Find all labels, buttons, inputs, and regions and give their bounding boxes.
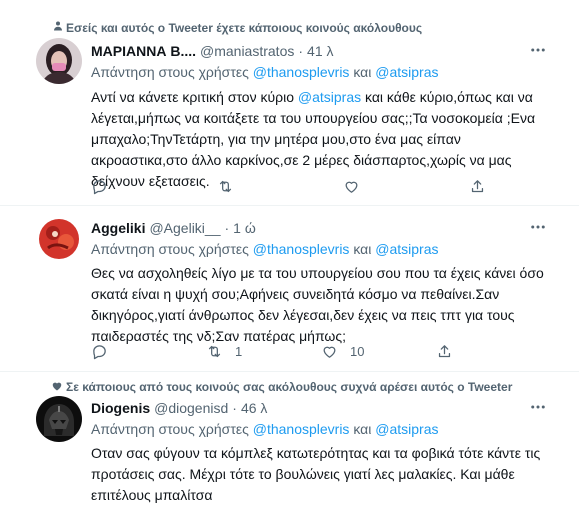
text-line: Αντί να κάνετε κριτική στον κύριο @atsip…: [91, 89, 533, 105]
avatar[interactable]: [36, 396, 82, 442]
share-button[interactable]: [469, 178, 486, 195]
reply-icon: [93, 345, 106, 360]
tweet-header: Aggeliki @Ageliki__ · 1 ώ: [91, 220, 256, 236]
more-options-icon[interactable]: [529, 41, 547, 59]
text-line: ακροαστικα,στο άλλο καρκίνος,σε 2 μέρες …: [91, 152, 512, 168]
reply-to-line: Απάντηση στους χρήστες @thanosplevris κα…: [91, 421, 439, 437]
text-line: Θες να ασχοληθείς λίγο με τα του υπουργε…: [91, 265, 544, 281]
tweet-3[interactable]: Σε κάποιους από τους κοινούς σας ακόλουθ…: [0, 372, 579, 527]
timestamp[interactable]: 46 λ: [241, 400, 267, 416]
timestamp[interactable]: 41 λ: [307, 43, 333, 59]
avatar[interactable]: [36, 216, 82, 262]
mention-link[interactable]: @thanosplevris: [253, 241, 350, 257]
action-bar: [91, 178, 511, 198]
reply-to-line: Απάντηση στους χρήστες @thanosplevris κα…: [91, 241, 439, 257]
retweet-button[interactable]: [217, 178, 234, 195]
retweet-button[interactable]: 1: [206, 343, 242, 360]
tweet-1[interactable]: Εσείς και αυτός ο Tweeter έχετε κάποιους…: [0, 0, 579, 206]
author-name[interactable]: Diogenis: [91, 400, 150, 416]
separator-dot: ·: [232, 400, 237, 416]
author-name[interactable]: ΜΑΡΙΑΝΝΑ Β....: [91, 43, 196, 59]
share-icon: [471, 180, 484, 193]
author-handle[interactable]: @maniastratos: [200, 43, 294, 59]
share-icon: [438, 345, 451, 358]
reply-icon: [93, 180, 106, 195]
mention-link[interactable]: @atsipras: [375, 64, 438, 80]
author-handle[interactable]: @diogenisd: [154, 400, 228, 416]
like-count: 10: [350, 344, 365, 359]
tweet-text: Αντί να κάνετε κριτική στον κύριο @atsip…: [91, 87, 561, 192]
heart-icon: [323, 346, 336, 358]
text-line: σκατά είναι η ψυχή σου;Αφήνεις συνειδητά…: [91, 286, 500, 302]
heart-icon: [345, 181, 358, 193]
tweet-text: Θες να ασχοληθείς λίγο με τα του υπουργε…: [91, 263, 561, 347]
mention-link[interactable]: @atsipras: [375, 241, 438, 257]
mention-link[interactable]: @atsipras: [375, 421, 438, 437]
text-line: δικηγόρος,γιατί άνθρωπος δεν λέγεσαι,δεν…: [91, 307, 515, 323]
mention-link[interactable]: @thanosplevris: [253, 421, 350, 437]
author-handle[interactable]: @Ageliki__: [149, 220, 220, 236]
separator-dot: ·: [298, 43, 304, 59]
text-line: λέγεται,μήπως να κοιτάξετε τα του υπουργ…: [91, 110, 536, 126]
separator-dot: ·: [224, 220, 230, 236]
retweet-count: 1: [235, 344, 243, 359]
text-line: επιτέλους μπαλίτσα: [91, 487, 213, 503]
mention-link[interactable]: @thanosplevris: [253, 64, 350, 80]
timestamp[interactable]: 1 ώ: [233, 220, 256, 236]
tweet-header: Diogenis @diogenisd · 46 λ: [91, 400, 267, 416]
more-options-icon[interactable]: [529, 218, 547, 236]
tweet-context: Εσείς και αυτός ο Tweeter έχετε κάποιους…: [54, 21, 422, 35]
mention-link[interactable]: @atsipras: [298, 89, 361, 105]
people-icon: [54, 21, 62, 31]
heart-icon: [52, 382, 62, 391]
text-line: Οταν σας φύγουν τα κόμπλεξ κατωτερότητας…: [91, 445, 541, 461]
reply-button[interactable]: [91, 343, 108, 360]
author-name[interactable]: Aggeliki: [91, 220, 145, 236]
like-button[interactable]: [343, 178, 360, 195]
tweet-text: Οταν σας φύγουν τα κόμπλεξ κατωτερότητας…: [91, 443, 561, 506]
retweet-icon: [219, 180, 232, 193]
text-line: προτάσεις σας. Μέχρι τότε το βουλώνεις γ…: [91, 466, 515, 482]
share-button[interactable]: [436, 343, 453, 360]
action-bar: 1 10: [91, 343, 511, 363]
reply-to-line: Απάντηση στους χρήστες @thanosplevris κα…: [91, 64, 439, 80]
text-line: μπαχαλο;ΤηνΤετάρτη, για την μητέρα μου,σ…: [91, 131, 461, 147]
avatar[interactable]: [36, 38, 82, 84]
timeline: Εσείς και αυτός ο Tweeter έχετε κάποιους…: [0, 0, 579, 527]
tweet-2[interactable]: Aggeliki @Ageliki__ · 1 ώ Απάντηση στους…: [0, 206, 579, 372]
reply-button[interactable]: [91, 178, 108, 195]
more-options-icon[interactable]: [529, 398, 547, 416]
tweet-context: Σε κάποιους από τους κοινούς σας ακόλουθ…: [52, 380, 512, 394]
tweet-header: ΜΑΡΙΑΝΝΑ Β.... @maniastratos · 41 λ: [91, 43, 334, 59]
like-button[interactable]: 10: [321, 343, 364, 360]
retweet-icon: [208, 345, 221, 358]
